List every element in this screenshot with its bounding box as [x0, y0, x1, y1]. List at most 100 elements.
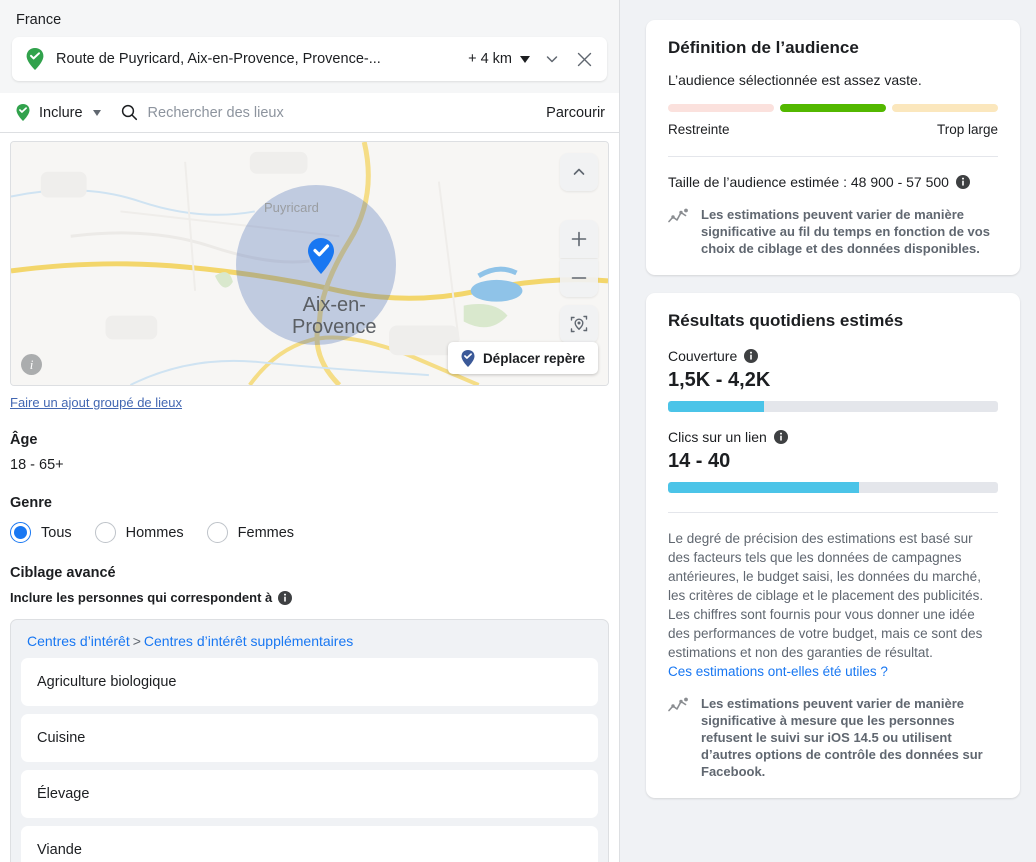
map-canvas[interactable]: Puyricard Aix-en- Provence i Déplacer re…	[10, 141, 609, 386]
breadcrumb: Centres d’intérêt > Centres d’intérêt supp…	[27, 633, 598, 649]
search-icon	[121, 104, 137, 121]
location-card: France Route de Puyricard, Aix-en-Proven…	[0, 0, 619, 93]
gender-option-label: Femmes	[237, 524, 295, 541]
gender-field: Genre Tous Hommes Femmes	[0, 495, 619, 543]
audience-note-text: Les estimations peuvent varier de manièr…	[701, 207, 990, 256]
audience-size-label: Taille de l’audience estimée : 48 900 - …	[668, 174, 949, 190]
list-item[interactable]: Cuisine	[21, 714, 598, 762]
info-icon[interactable]	[773, 430, 788, 444]
gender-option-men[interactable]: Hommes	[94, 522, 184, 543]
location-text: Route de Puyricard, Aix-en-Provence, Pro…	[56, 51, 381, 67]
ios-tracking-note: Les estimations peuvent varier de manièr…	[668, 695, 998, 780]
map-pin-check-green-icon	[26, 48, 44, 70]
gender-option-label: Tous	[41, 524, 72, 541]
map-locate-button[interactable]	[560, 305, 598, 343]
map-pin-check-blue-icon	[461, 349, 475, 367]
estimates-panel: Définition de l’audience L’audience séle…	[620, 0, 1036, 862]
advanced-subtitle-text: Inclure les personnes qui correspondent …	[10, 590, 273, 605]
list-item[interactable]: Élevage	[21, 770, 598, 818]
info-icon[interactable]	[278, 590, 293, 605]
trend-line-icon	[668, 697, 688, 712]
interest-group: Centres d’intérêt > Centres d’intérêt supp…	[10, 619, 609, 862]
list-item[interactable]: Agriculture biologique	[21, 658, 598, 706]
gender-option-all[interactable]: Tous	[10, 522, 72, 543]
breadcrumb-separator: >	[132, 633, 141, 649]
selected-location-row[interactable]: Route de Puyricard, Aix-en-Provence, Pro…	[12, 37, 607, 81]
map-collapse-button[interactable]	[560, 153, 598, 191]
metric-bar-link-clicks	[668, 482, 998, 493]
triangle-down-icon[interactable]	[92, 109, 101, 116]
map-container: Puyricard Aix-en- Provence i Déplacer re…	[0, 133, 619, 386]
map-zoom-out-button[interactable]	[560, 259, 598, 297]
audience-definition-subtitle: L’audience sélectionnée est assez vaste.	[668, 72, 922, 88]
country-label: France	[16, 12, 62, 28]
move-pin-button[interactable]: Déplacer repère	[447, 342, 598, 374]
metric-bar-fill	[668, 401, 764, 412]
ios-note-text: Les estimations peuvent varier de manièr…	[701, 696, 983, 779]
metric-bar-reach	[668, 401, 998, 412]
search-input[interactable]	[147, 104, 547, 121]
gender-title: Genre	[10, 495, 52, 511]
gender-option-women[interactable]: Femmes	[206, 522, 295, 543]
info-icon[interactable]	[955, 175, 970, 189]
advanced-targeting-title: Ciblage avancé	[10, 565, 116, 581]
map-attribution-info-icon[interactable]: i	[21, 354, 42, 375]
gauge-segment-narrow	[668, 104, 774, 112]
gauge-label-left: Restreinte	[668, 122, 730, 137]
chevron-down-icon[interactable]	[544, 51, 560, 67]
divider	[668, 156, 998, 157]
close-x-icon[interactable]	[576, 51, 593, 68]
map-zoom-in-button[interactable]	[560, 220, 598, 258]
metric-bar-fill	[668, 482, 860, 493]
triangle-down-icon	[520, 55, 530, 63]
targeting-panel: France Route de Puyricard, Aix-en-Proven…	[0, 0, 620, 862]
radius-selector[interactable]: + 4 km	[468, 51, 530, 67]
map-pin-check-blue-icon[interactable]	[304, 236, 338, 280]
browse-button[interactable]: Parcourir	[546, 105, 605, 121]
page-root: France Route de Puyricard, Aix-en-Proven…	[0, 0, 1036, 862]
list-item[interactable]: Viande	[21, 826, 598, 862]
advanced-targeting-subtitle: Inclure les personnes qui correspondent …	[10, 590, 609, 605]
gender-radio-group: Tous Hommes Femmes	[10, 522, 609, 543]
audience-definition-title: Définition de l’audience	[668, 38, 859, 57]
metric-value-link-clicks: 14 - 40	[668, 450, 731, 472]
gauge-label-right: Trop large	[936, 122, 998, 137]
breadcrumb-root-link[interactable]: Centres d’intérêt	[27, 633, 130, 649]
bulk-add-locations-link[interactable]: Faire un ajout groupé de lieux	[0, 386, 619, 410]
audience-size-row: Taille de l’audience estimée : 48 900 - …	[668, 174, 998, 190]
metric-label-reach: Couverture	[668, 348, 998, 364]
advanced-targeting-field: Ciblage avancé Inclure les personnes qui…	[0, 565, 619, 605]
radio-button[interactable]	[94, 522, 116, 543]
chevron-up-icon	[573, 168, 585, 175]
minus-icon	[571, 277, 587, 279]
audience-estimate-note: Les estimations peuvent varier de manièr…	[668, 206, 998, 257]
map-pin-check-green-icon	[16, 104, 30, 121]
gender-option-label: Hommes	[125, 524, 184, 541]
age-field: Âge 18 - 65+	[0, 432, 619, 473]
daily-results-title: Résultats quotidiens estimés	[668, 311, 904, 330]
audience-gauge	[668, 104, 998, 112]
gauge-segment-broad	[892, 104, 998, 112]
estimates-feedback-link[interactable]: Ces estimations ont-elles été utiles ?	[668, 664, 998, 679]
gauge-labels: Restreinte Trop large	[668, 122, 998, 137]
metric-name: Couverture	[668, 348, 738, 364]
metric-value-reach: 1,5K - 4,2K	[668, 369, 771, 391]
radio-button[interactable]	[206, 522, 228, 543]
daily-results-card: Résultats quotidiens estimés Couverture …	[646, 293, 1020, 798]
estimates-disclaimer: Le degré de précision des estimations es…	[668, 531, 984, 660]
divider	[668, 512, 998, 513]
info-icon[interactable]	[744, 349, 759, 363]
trend-line-icon	[668, 208, 688, 223]
age-title: Âge	[10, 432, 38, 448]
include-mode-label[interactable]: Inclure	[39, 105, 83, 121]
radius-value: + 4 km	[468, 51, 512, 67]
audience-definition-card: Définition de l’audience L’audience séle…	[646, 20, 1020, 275]
breadcrumb-leaf-link[interactable]: Centres d’intérêt supplémentaires	[144, 633, 353, 649]
plus-icon	[571, 231, 587, 247]
include-search-row: Inclure Parcourir	[0, 93, 619, 133]
gauge-segment-good	[780, 104, 886, 112]
locate-pin-icon	[570, 315, 588, 333]
metric-label-link-clicks: Clics sur un lien	[668, 429, 998, 445]
radio-button[interactable]	[10, 522, 31, 543]
age-value: 18 - 65+	[10, 457, 64, 473]
